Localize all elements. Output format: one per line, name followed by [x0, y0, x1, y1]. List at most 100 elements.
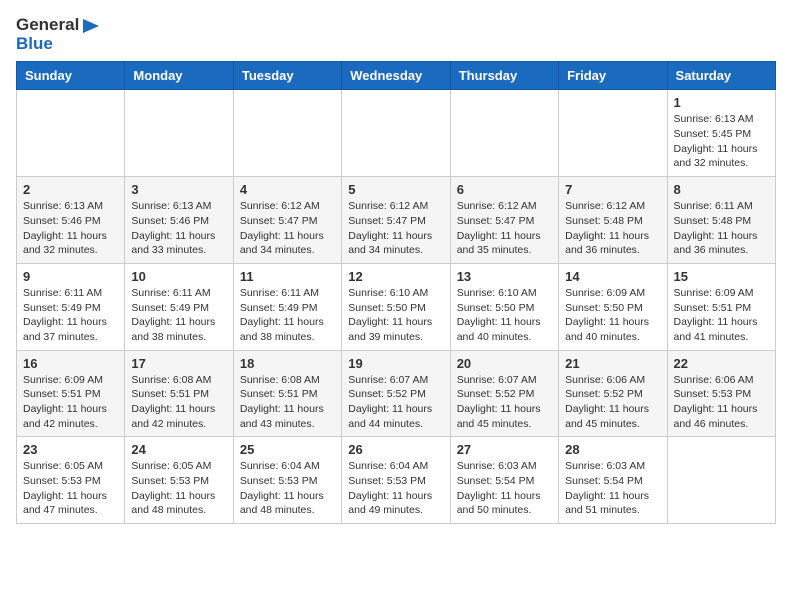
calendar-cell: 19 Sunrise: 6:07 AM Sunset: 5:52 PM Dayli…: [342, 350, 450, 437]
day-number: 7: [565, 182, 660, 197]
day-info: Sunrise: 6:10 AM Sunset: 5:50 PM Dayligh…: [348, 286, 443, 345]
day-info: Sunrise: 6:03 AM Sunset: 5:54 PM Dayligh…: [457, 459, 552, 518]
day-info: Sunrise: 6:05 AM Sunset: 5:53 PM Dayligh…: [23, 459, 118, 518]
calendar-cell: 9 Sunrise: 6:11 AM Sunset: 5:49 PM Daylig…: [17, 263, 125, 350]
day-number: 15: [674, 269, 769, 284]
calendar-cell: [450, 90, 558, 177]
page-header: General Blue: [16, 16, 776, 53]
calendar-cell: 27 Sunrise: 6:03 AM Sunset: 5:54 PM Dayli…: [450, 437, 558, 524]
weekday-header-sunday: Sunday: [17, 62, 125, 90]
calendar-cell: 14Sunrise: 6:09 AM Sunset: 5:50 PM Dayli…: [559, 263, 667, 350]
weekday-header-row: SundayMondayTuesdayWednesdayThursdayFrid…: [17, 62, 776, 90]
calendar-cell: 22Sunrise: 6:06 AM Sunset: 5:53 PM Dayli…: [667, 350, 775, 437]
day-number: 25: [240, 442, 335, 457]
day-info: Sunrise: 6:11 AM Sunset: 5:49 PM Dayligh…: [240, 286, 335, 345]
calendar-cell: 2 Sunrise: 6:13 AM Sunset: 5:46 PM Daylig…: [17, 177, 125, 264]
day-number: 1: [674, 95, 769, 110]
day-info: Sunrise: 6:11 AM Sunset: 5:48 PM Dayligh…: [674, 199, 769, 258]
weekday-header-monday: Monday: [125, 62, 233, 90]
calendar-cell: 20 Sunrise: 6:07 AM Sunset: 5:52 PM Dayli…: [450, 350, 558, 437]
day-number: 28: [565, 442, 660, 457]
calendar-week-2: 2 Sunrise: 6:13 AM Sunset: 5:46 PM Daylig…: [17, 177, 776, 264]
calendar-cell: [342, 90, 450, 177]
day-info: Sunrise: 6:12 AM Sunset: 5:47 PM Dayligh…: [240, 199, 335, 258]
day-info: Sunrise: 6:10 AM Sunset: 5:50 PM Dayligh…: [457, 286, 552, 345]
calendar-week-4: 16 Sunrise: 6:09 AM Sunset: 5:51 PM Dayli…: [17, 350, 776, 437]
day-number: 6: [457, 182, 552, 197]
day-number: 27: [457, 442, 552, 457]
calendar-cell: 28 Sunrise: 6:03 AM Sunset: 5:54 PM Dayli…: [559, 437, 667, 524]
day-info: Sunrise: 6:08 AM Sunset: 5:51 PM Dayligh…: [240, 373, 335, 432]
calendar-cell: 11 Sunrise: 6:11 AM Sunset: 5:49 PM Dayli…: [233, 263, 341, 350]
day-number: 26: [348, 442, 443, 457]
calendar-week-1: 1 Sunrise: 6:13 AM Sunset: 5:45 PM Daylig…: [17, 90, 776, 177]
calendar-cell: 21 Sunrise: 6:06 AM Sunset: 5:52 PM Dayli…: [559, 350, 667, 437]
day-number: 12: [348, 269, 443, 284]
day-number: 18: [240, 356, 335, 371]
calendar-week-5: 23Sunrise: 6:05 AM Sunset: 5:53 PM Dayli…: [17, 437, 776, 524]
calendar-cell: 1 Sunrise: 6:13 AM Sunset: 5:45 PM Daylig…: [667, 90, 775, 177]
day-number: 17: [131, 356, 226, 371]
day-info: Sunrise: 6:05 AM Sunset: 5:53 PM Dayligh…: [131, 459, 226, 518]
day-info: Sunrise: 6:06 AM Sunset: 5:53 PM Dayligh…: [674, 373, 769, 432]
calendar-cell: 12 Sunrise: 6:10 AM Sunset: 5:50 PM Dayli…: [342, 263, 450, 350]
calendar-cell: [17, 90, 125, 177]
day-info: Sunrise: 6:12 AM Sunset: 5:47 PM Dayligh…: [348, 199, 443, 258]
day-number: 13: [457, 269, 552, 284]
day-info: Sunrise: 6:13 AM Sunset: 5:46 PM Dayligh…: [131, 199, 226, 258]
day-info: Sunrise: 6:13 AM Sunset: 5:45 PM Dayligh…: [674, 112, 769, 171]
logo-general-text: General: [16, 15, 79, 34]
calendar-cell: 26 Sunrise: 6:04 AM Sunset: 5:53 PM Dayli…: [342, 437, 450, 524]
weekday-header-wednesday: Wednesday: [342, 62, 450, 90]
logo: General Blue: [16, 16, 99, 53]
day-number: 11: [240, 269, 335, 284]
day-info: Sunrise: 6:08 AM Sunset: 5:51 PM Dayligh…: [131, 373, 226, 432]
weekday-header-thursday: Thursday: [450, 62, 558, 90]
logo-arrow-icon: [81, 19, 99, 33]
calendar-cell: [125, 90, 233, 177]
calendar-cell: 3Sunrise: 6:13 AM Sunset: 5:46 PM Daylig…: [125, 177, 233, 264]
day-number: 2: [23, 182, 118, 197]
day-info: Sunrise: 6:04 AM Sunset: 5:53 PM Dayligh…: [348, 459, 443, 518]
calendar-cell: 5 Sunrise: 6:12 AM Sunset: 5:47 PM Daylig…: [342, 177, 450, 264]
day-number: 14: [565, 269, 660, 284]
day-info: Sunrise: 6:04 AM Sunset: 5:53 PM Dayligh…: [240, 459, 335, 518]
calendar-cell: 7 Sunrise: 6:12 AM Sunset: 5:48 PM Daylig…: [559, 177, 667, 264]
calendar-cell: 24 Sunrise: 6:05 AM Sunset: 5:53 PM Dayli…: [125, 437, 233, 524]
calendar-cell: 4 Sunrise: 6:12 AM Sunset: 5:47 PM Daylig…: [233, 177, 341, 264]
calendar-week-3: 9 Sunrise: 6:11 AM Sunset: 5:49 PM Daylig…: [17, 263, 776, 350]
day-info: Sunrise: 6:12 AM Sunset: 5:47 PM Dayligh…: [457, 199, 552, 258]
calendar-cell: 25 Sunrise: 6:04 AM Sunset: 5:53 PM Dayli…: [233, 437, 341, 524]
calendar-cell: 10 Sunrise: 6:11 AM Sunset: 5:49 PM Dayli…: [125, 263, 233, 350]
day-info: Sunrise: 6:13 AM Sunset: 5:46 PM Dayligh…: [23, 199, 118, 258]
day-info: Sunrise: 6:07 AM Sunset: 5:52 PM Dayligh…: [348, 373, 443, 432]
calendar-cell: [667, 437, 775, 524]
day-number: 24: [131, 442, 226, 457]
day-number: 19: [348, 356, 443, 371]
day-info: Sunrise: 6:12 AM Sunset: 5:48 PM Dayligh…: [565, 199, 660, 258]
day-number: 16: [23, 356, 118, 371]
day-number: 9: [23, 269, 118, 284]
calendar-cell: 23Sunrise: 6:05 AM Sunset: 5:53 PM Dayli…: [17, 437, 125, 524]
day-info: Sunrise: 6:07 AM Sunset: 5:52 PM Dayligh…: [457, 373, 552, 432]
day-info: Sunrise: 6:09 AM Sunset: 5:51 PM Dayligh…: [23, 373, 118, 432]
day-number: 10: [131, 269, 226, 284]
day-number: 4: [240, 182, 335, 197]
day-number: 20: [457, 356, 552, 371]
weekday-header-tuesday: Tuesday: [233, 62, 341, 90]
day-info: Sunrise: 6:06 AM Sunset: 5:52 PM Dayligh…: [565, 373, 660, 432]
day-number: 5: [348, 182, 443, 197]
day-info: Sunrise: 6:11 AM Sunset: 5:49 PM Dayligh…: [23, 286, 118, 345]
calendar-cell: 15 Sunrise: 6:09 AM Sunset: 5:51 PM Dayli…: [667, 263, 775, 350]
calendar-cell: 6 Sunrise: 6:12 AM Sunset: 5:47 PM Daylig…: [450, 177, 558, 264]
calendar-cell: 16 Sunrise: 6:09 AM Sunset: 5:51 PM Dayli…: [17, 350, 125, 437]
logo-blue-text: Blue: [16, 34, 53, 53]
calendar-cell: 8Sunrise: 6:11 AM Sunset: 5:48 PM Daylig…: [667, 177, 775, 264]
day-number: 21: [565, 356, 660, 371]
day-info: Sunrise: 6:09 AM Sunset: 5:51 PM Dayligh…: [674, 286, 769, 345]
day-info: Sunrise: 6:03 AM Sunset: 5:54 PM Dayligh…: [565, 459, 660, 518]
calendar-cell: 18 Sunrise: 6:08 AM Sunset: 5:51 PM Dayli…: [233, 350, 341, 437]
day-info: Sunrise: 6:11 AM Sunset: 5:49 PM Dayligh…: [131, 286, 226, 345]
logo-wordmark: General Blue: [16, 16, 99, 53]
calendar-cell: 17 Sunrise: 6:08 AM Sunset: 5:51 PM Dayli…: [125, 350, 233, 437]
